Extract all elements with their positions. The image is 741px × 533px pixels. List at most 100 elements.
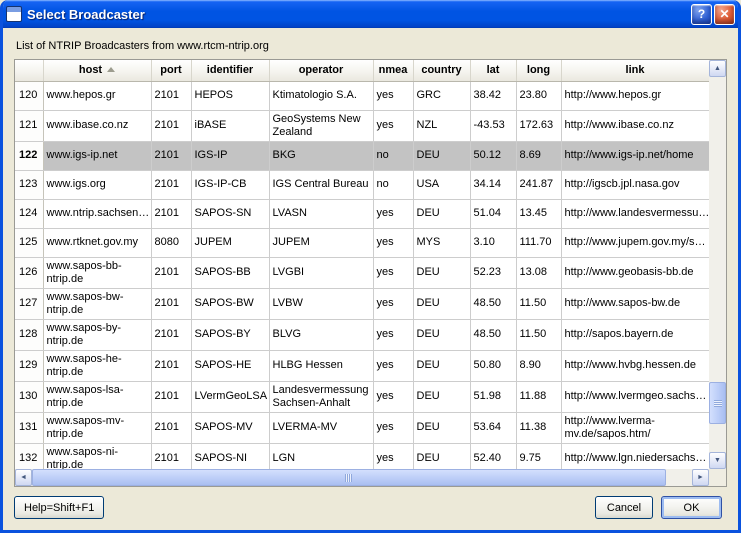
cell-link[interactable]: http://www.landesvermessu… <box>561 199 709 228</box>
cell-country[interactable]: DEU <box>413 257 470 288</box>
titlebar-close-button[interactable]: ✕ <box>714 4 735 25</box>
cell-country[interactable]: DEU <box>413 319 470 350</box>
cell-identifier[interactable]: SAPOS-BW <box>191 288 269 319</box>
cell-country[interactable]: DEU <box>413 350 470 381</box>
cell-port[interactable]: 2101 <box>151 319 191 350</box>
cell-identifier[interactable]: iBASE <box>191 110 269 141</box>
table-row[interactable]: 124www.ntrip.sachsen…2101SAPOS-SNLVASNye… <box>15 199 709 228</box>
cell-long[interactable]: 111.70 <box>516 228 561 257</box>
cell-port[interactable]: 2101 <box>151 199 191 228</box>
cell-lat[interactable]: 51.04 <box>470 199 516 228</box>
cell-num[interactable]: 129 <box>15 350 43 381</box>
table-row[interactable]: 127www.sapos-bw-ntrip.de2101SAPOS-BWLVBW… <box>15 288 709 319</box>
titlebar-help-button[interactable]: ? <box>691 4 712 25</box>
cell-long[interactable]: 13.45 <box>516 199 561 228</box>
cancel-button[interactable]: Cancel <box>595 496 653 519</box>
cell-operator[interactable]: BLVG <box>269 319 373 350</box>
cell-long[interactable]: 13.08 <box>516 257 561 288</box>
cell-host[interactable]: www.sapos-ni-ntrip.de <box>43 443 151 469</box>
cell-country[interactable]: DEU <box>413 443 470 469</box>
cell-long[interactable]: 11.50 <box>516 319 561 350</box>
column-header-rownum[interactable] <box>15 60 43 81</box>
cell-port[interactable]: 2101 <box>151 288 191 319</box>
column-header-lat[interactable]: lat <box>470 60 516 81</box>
cell-country[interactable]: DEU <box>413 288 470 319</box>
table-row[interactable]: 132www.sapos-ni-ntrip.de2101SAPOS-NILGNy… <box>15 443 709 469</box>
cell-identifier[interactable]: SAPOS-BB <box>191 257 269 288</box>
cell-country[interactable]: MYS <box>413 228 470 257</box>
horizontal-scroll-track[interactable] <box>32 469 692 486</box>
cell-num[interactable]: 124 <box>15 199 43 228</box>
cell-num[interactable]: 120 <box>15 81 43 110</box>
cell-operator[interactable]: HLBG Hessen <box>269 350 373 381</box>
cell-identifier[interactable]: LVermGeoLSA <box>191 381 269 412</box>
cell-lat[interactable]: 38.42 <box>470 81 516 110</box>
cell-operator[interactable]: GeoSystems New Zealand <box>269 110 373 141</box>
cell-link[interactable]: http://www.hvbg.hessen.de <box>561 350 709 381</box>
cell-operator[interactable]: LVASN <box>269 199 373 228</box>
cell-lat[interactable]: 50.80 <box>470 350 516 381</box>
scroll-left-button[interactable]: ◄ <box>15 469 32 486</box>
cell-operator[interactable]: Landesvermessung Sachsen-Anhalt <box>269 381 373 412</box>
cell-operator[interactable]: LVERMA-MV <box>269 412 373 443</box>
ok-button[interactable]: OK <box>661 496 722 519</box>
cell-port[interactable]: 2101 <box>151 81 191 110</box>
cell-identifier[interactable]: JUPEM <box>191 228 269 257</box>
cell-identifier[interactable]: SAPOS-BY <box>191 319 269 350</box>
cell-link[interactable]: http://sapos.bayern.de <box>561 319 709 350</box>
column-header-identifier[interactable]: identifier <box>191 60 269 81</box>
cell-host[interactable]: www.ntrip.sachsen… <box>43 199 151 228</box>
cell-num[interactable]: 132 <box>15 443 43 469</box>
scroll-up-button[interactable]: ▲ <box>709 60 726 77</box>
cell-long[interactable]: 241.87 <box>516 170 561 199</box>
cell-link[interactable]: http://www.lvermgeo.sachs… <box>561 381 709 412</box>
cell-nmea[interactable]: yes <box>373 199 413 228</box>
cell-num[interactable]: 123 <box>15 170 43 199</box>
cell-nmea[interactable]: yes <box>373 288 413 319</box>
cell-country[interactable]: NZL <box>413 110 470 141</box>
cell-link[interactable]: http://www.lgn.niedersachs… <box>561 443 709 469</box>
table-row[interactable]: 126www.sapos-bb-ntrip.de2101SAPOS-BBLVGB… <box>15 257 709 288</box>
scroll-down-button[interactable]: ▼ <box>709 452 726 469</box>
cell-host[interactable]: www.sapos-bb-ntrip.de <box>43 257 151 288</box>
cell-port[interactable]: 2101 <box>151 381 191 412</box>
cell-operator[interactable]: Ktimatologio S.A. <box>269 81 373 110</box>
cell-link[interactable]: http://www.geobasis-bb.de <box>561 257 709 288</box>
cell-port[interactable]: 2101 <box>151 170 191 199</box>
cell-country[interactable]: DEU <box>413 412 470 443</box>
cell-identifier[interactable]: IGS-IP <box>191 141 269 170</box>
column-header-link[interactable]: link <box>561 60 709 81</box>
cell-long[interactable]: 11.88 <box>516 381 561 412</box>
column-header-long[interactable]: long <box>516 60 561 81</box>
cell-operator[interactable]: LVBW <box>269 288 373 319</box>
cell-nmea[interactable]: yes <box>373 381 413 412</box>
cell-port[interactable]: 2101 <box>151 350 191 381</box>
cell-identifier[interactable]: SAPOS-HE <box>191 350 269 381</box>
table-row[interactable]: 125www.rtknet.gov.my8080JUPEMJUPEMyesMYS… <box>15 228 709 257</box>
cell-operator[interactable]: LGN <box>269 443 373 469</box>
cell-num[interactable]: 130 <box>15 381 43 412</box>
cell-country[interactable]: DEU <box>413 381 470 412</box>
table-row[interactable]: 122www.igs-ip.net2101IGS-IPBKGnoDEU50.12… <box>15 141 709 170</box>
cell-port[interactable]: 2101 <box>151 257 191 288</box>
cell-identifier[interactable]: IGS-IP-CB <box>191 170 269 199</box>
cell-long[interactable]: 172.63 <box>516 110 561 141</box>
cell-country[interactable]: GRC <box>413 81 470 110</box>
cell-host[interactable]: www.ibase.co.nz <box>43 110 151 141</box>
table-row[interactable]: 131www.sapos-mv-ntrip.de2101SAPOS-MVLVER… <box>15 412 709 443</box>
table-row[interactable]: 130www.sapos-lsa-ntrip.de2101LVermGeoLSA… <box>15 381 709 412</box>
cell-link[interactable]: http://www.hepos.gr <box>561 81 709 110</box>
cell-host[interactable]: www.sapos-lsa-ntrip.de <box>43 381 151 412</box>
cell-nmea[interactable]: yes <box>373 319 413 350</box>
table-row[interactable]: 120www.hepos.gr2101HEPOSKtimatologio S.A… <box>15 81 709 110</box>
table-row[interactable]: 128www.sapos-by-ntrip.de2101SAPOS-BYBLVG… <box>15 319 709 350</box>
column-header-host[interactable]: host <box>43 60 151 81</box>
cell-host[interactable]: www.igs.org <box>43 170 151 199</box>
cell-nmea[interactable]: no <box>373 141 413 170</box>
cell-identifier[interactable]: HEPOS <box>191 81 269 110</box>
cell-lat[interactable]: 50.12 <box>470 141 516 170</box>
cell-num[interactable]: 125 <box>15 228 43 257</box>
cell-link[interactable]: http://www.lverma-mv.de/sapos.htm/ <box>561 412 709 443</box>
column-header-operator[interactable]: operator <box>269 60 373 81</box>
cell-port[interactable]: 8080 <box>151 228 191 257</box>
